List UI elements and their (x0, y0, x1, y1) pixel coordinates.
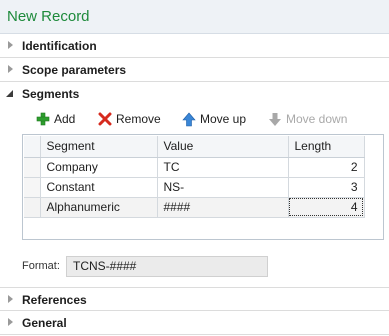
format-label: Format: (22, 260, 60, 272)
fasttab-identification[interactable]: Identification (0, 34, 389, 58)
fasttab-general[interactable]: General (0, 311, 389, 335)
value-cell[interactable]: NS- (157, 177, 289, 198)
expand-arrow-icon[interactable] (8, 295, 13, 303)
format-field: Format: TCNS-#### (22, 256, 282, 278)
page-title: New Record (7, 8, 90, 25)
title-bar: New Record (0, 0, 389, 34)
segments-table: Segment Value Length Company TC 2 Consta… (24, 136, 365, 218)
remove-icon (98, 112, 112, 126)
row-selector[interactable] (24, 177, 41, 198)
move-down-label: Move down (286, 112, 348, 126)
arrow-up-icon (182, 112, 196, 126)
fasttab-identification-label: Identification (22, 39, 97, 53)
length-cell[interactable]: 4 (288, 197, 365, 218)
expand-arrow-icon[interactable] (8, 65, 13, 73)
segment-cell[interactable]: Alphanumeric (40, 197, 158, 218)
segments-grid: Segment Value Length Company TC 2 Consta… (22, 134, 384, 240)
fasttab-scope-parameters-label: Scope parameters (22, 63, 127, 77)
value-cell[interactable]: #### (157, 197, 289, 218)
fasttab-references-label: References (22, 293, 87, 307)
column-header-length[interactable]: Length (288, 136, 365, 158)
fasttab-scope-parameters[interactable]: Scope parameters (0, 58, 389, 82)
add-label: Add (54, 112, 76, 126)
table-row[interactable]: Constant NS- 3 (24, 177, 365, 198)
segment-cell[interactable]: Company (40, 157, 158, 178)
add-icon (36, 112, 50, 126)
table-header-row: Segment Value Length (24, 136, 365, 158)
collapse-arrow-icon[interactable] (6, 90, 13, 97)
table-row[interactable]: Alphanumeric #### 4 (24, 197, 365, 218)
arrow-down-icon (269, 112, 281, 126)
expand-arrow-icon[interactable] (8, 318, 13, 326)
format-value: TCNS-#### (66, 256, 268, 277)
column-header-value[interactable]: Value (157, 136, 289, 158)
move-up-label: Move up (200, 112, 247, 126)
segment-cell[interactable]: Constant (40, 177, 158, 198)
value-cell[interactable]: TC (157, 157, 289, 178)
move-down-button[interactable]: Move down (268, 108, 347, 130)
length-cell[interactable]: 2 (288, 157, 365, 178)
fasttab-references[interactable]: References (0, 287, 389, 311)
column-header-segment[interactable]: Segment (40, 136, 158, 158)
row-selector[interactable] (24, 157, 41, 178)
table-row[interactable]: Company TC 2 (24, 157, 365, 178)
remove-button[interactable]: Remove (98, 108, 161, 130)
fasttab-segments[interactable]: Segments (0, 82, 389, 106)
add-button[interactable]: Add (36, 108, 75, 130)
length-cell[interactable]: 3 (288, 177, 365, 198)
row-selector[interactable] (24, 197, 41, 218)
fasttab-general-label: General (22, 316, 67, 330)
move-up-button[interactable]: Move up (182, 108, 246, 130)
expand-arrow-icon[interactable] (8, 41, 13, 49)
segments-toolbar: Add Remove Move up Move down (22, 108, 384, 130)
fasttab-segments-label: Segments (22, 87, 80, 101)
row-selector-header (24, 136, 41, 158)
remove-label: Remove (116, 112, 161, 126)
